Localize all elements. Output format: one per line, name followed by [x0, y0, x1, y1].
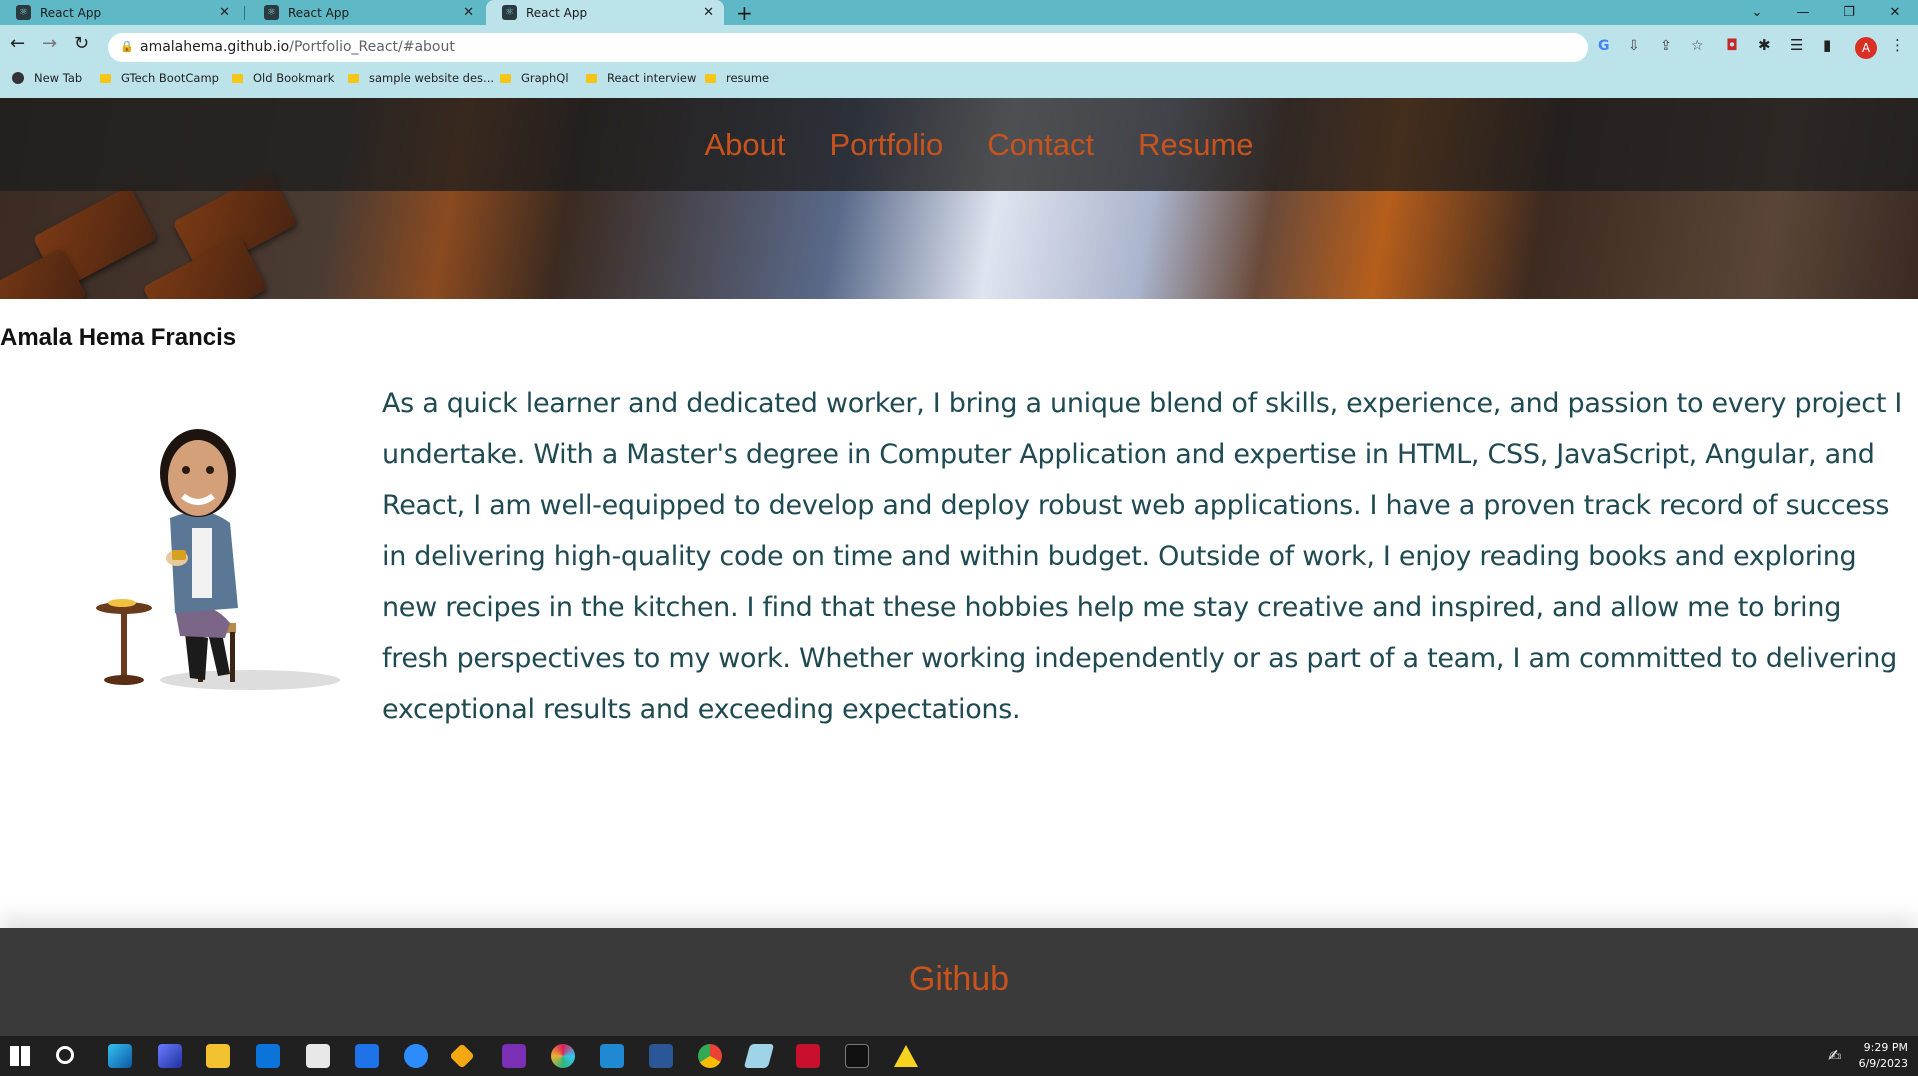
bookmark-react-interview[interactable]: React interview: [586, 71, 696, 85]
address-bar[interactable]: 🔒 amalahema.github.io/Portfolio_React/#a…: [108, 33, 1704, 62]
restore-button[interactable]: ❐: [1826, 0, 1872, 25]
close-icon[interactable]: ✕: [463, 5, 474, 20]
mail-icon[interactable]: [256, 1044, 280, 1068]
web-page: About Portfolio Contact Resume Amala Hem…: [0, 98, 1918, 1036]
url-text[interactable]: amalahema.github.io/Portfolio_React/#abo…: [140, 39, 455, 55]
search-icon[interactable]: [56, 1046, 74, 1064]
forward-arrow-icon[interactable]: →: [42, 33, 57, 54]
site-navbar: About Portfolio Contact Resume: [0, 98, 1918, 191]
edge-icon[interactable]: [108, 1044, 132, 1068]
windows-taskbar: ✍ 9:29 PM 6/9/2023: [0, 1036, 1918, 1076]
extensions-puzzle-icon[interactable]: ✱: [1758, 36, 1771, 54]
clock-date: 6/9/2023: [1858, 1057, 1908, 1070]
browser-tab-1[interactable]: ⚛ React App ✕: [0, 0, 240, 25]
folder-icon: [500, 73, 511, 83]
about-paragraph: As a quick learner and dedicated worker,…: [382, 388, 1903, 725]
bookmark-old[interactable]: Old Bookmark: [232, 71, 334, 85]
clock-time: 9:29 PM: [1863, 1041, 1908, 1054]
site-footer: Github: [0, 928, 1918, 1036]
react-icon: ⚛: [502, 5, 517, 20]
back-arrow-icon[interactable]: ←: [10, 33, 25, 54]
chrome-icon[interactable]: [698, 1044, 722, 1068]
word-icon[interactable]: [649, 1044, 673, 1068]
close-icon[interactable]: ✕: [219, 5, 230, 20]
bookmark-sample[interactable]: sample website des...: [348, 71, 494, 85]
browser-tab-3-active[interactable]: ⚛ React App ✕: [486, 0, 724, 25]
store-icon[interactable]: [306, 1044, 330, 1068]
reading-list-icon[interactable]: ☰: [1790, 36, 1803, 54]
nav-contact[interactable]: Contact: [987, 127, 1094, 163]
side-panel-icon[interactable]: ▮: [1823, 36, 1831, 54]
caricature-image: [96, 429, 340, 690]
folder-icon: [348, 73, 359, 83]
notepad-icon[interactable]: [743, 1044, 775, 1068]
zoom-icon[interactable]: [404, 1044, 428, 1068]
folder-icon: [100, 73, 111, 83]
profile-avatar[interactable]: A: [1855, 37, 1877, 59]
windows-start-icon[interactable]: [10, 1046, 30, 1066]
extension-shield-icon[interactable]: ◘: [1726, 36, 1738, 54]
close-icon[interactable]: ✕: [703, 5, 714, 20]
reload-icon[interactable]: ↻: [74, 33, 89, 54]
git-icon[interactable]: [449, 1043, 475, 1069]
github-link[interactable]: Github: [0, 960, 1918, 999]
react-icon: ⚛: [16, 5, 31, 20]
menu-kebab-icon[interactable]: ⋮: [1890, 36, 1905, 54]
google-lens-icon[interactable]: G: [1598, 38, 1610, 54]
folder-icon: [705, 73, 716, 83]
tab-title: React App: [526, 5, 588, 20]
tab-title: React App: [288, 5, 350, 20]
minimize-button[interactable]: —: [1780, 0, 1826, 25]
nav-about[interactable]: About: [704, 127, 785, 163]
calendar-icon[interactable]: [355, 1044, 379, 1068]
bookmark-gtech[interactable]: GTech BootCamp: [100, 71, 219, 85]
folder-icon: [586, 73, 597, 83]
tab-divider: [244, 6, 245, 20]
file-explorer-icon[interactable]: [206, 1044, 230, 1068]
onenote-icon[interactable]: [502, 1044, 526, 1068]
hero-banner: About Portfolio Contact Resume: [0, 98, 1918, 299]
mcafee-icon[interactable]: [796, 1044, 820, 1068]
warning-icon[interactable]: [894, 1045, 918, 1067]
folder-icon: [232, 73, 243, 83]
share-icon[interactable]: ⇪: [1660, 38, 1672, 54]
tab-search-icon[interactable]: ⌄: [1734, 0, 1780, 25]
tab-strip: ⚛ React App ✕ ⚛ React App ✕ ⚛ React App …: [0, 0, 1918, 25]
profile-name: Amala Hema Francis: [0, 324, 237, 351]
browser-tab-2[interactable]: ⚛ React App ✕: [248, 0, 484, 25]
new-tab-button[interactable]: +: [736, 1, 753, 25]
terminal-icon[interactable]: [845, 1044, 869, 1068]
bookmark-resume[interactable]: resume: [705, 71, 769, 85]
close-window-button[interactable]: ✕: [1872, 0, 1918, 25]
pen-icon[interactable]: ✍: [1828, 1046, 1852, 1070]
nav-portfolio[interactable]: Portfolio: [830, 127, 944, 163]
lock-icon[interactable]: 🔒: [120, 40, 134, 53]
bookmark-graphql[interactable]: GraphQl: [500, 71, 569, 85]
globe-icon: [12, 72, 24, 84]
slack-icon[interactable]: [551, 1044, 575, 1068]
bookmark-star-icon[interactable]: ☆: [1691, 38, 1704, 54]
system-clock[interactable]: 9:29 PM 6/9/2023: [1859, 1040, 1908, 1072]
tab-title: React App: [40, 5, 102, 20]
nav-resume[interactable]: Resume: [1138, 127, 1253, 163]
react-icon: ⚛: [264, 5, 279, 20]
bookmark-new-tab[interactable]: New Tab: [12, 71, 82, 85]
vscode-icon[interactable]: [600, 1044, 624, 1068]
install-app-icon[interactable]: ⇩: [1628, 38, 1640, 54]
copilot-icon[interactable]: [158, 1044, 182, 1068]
